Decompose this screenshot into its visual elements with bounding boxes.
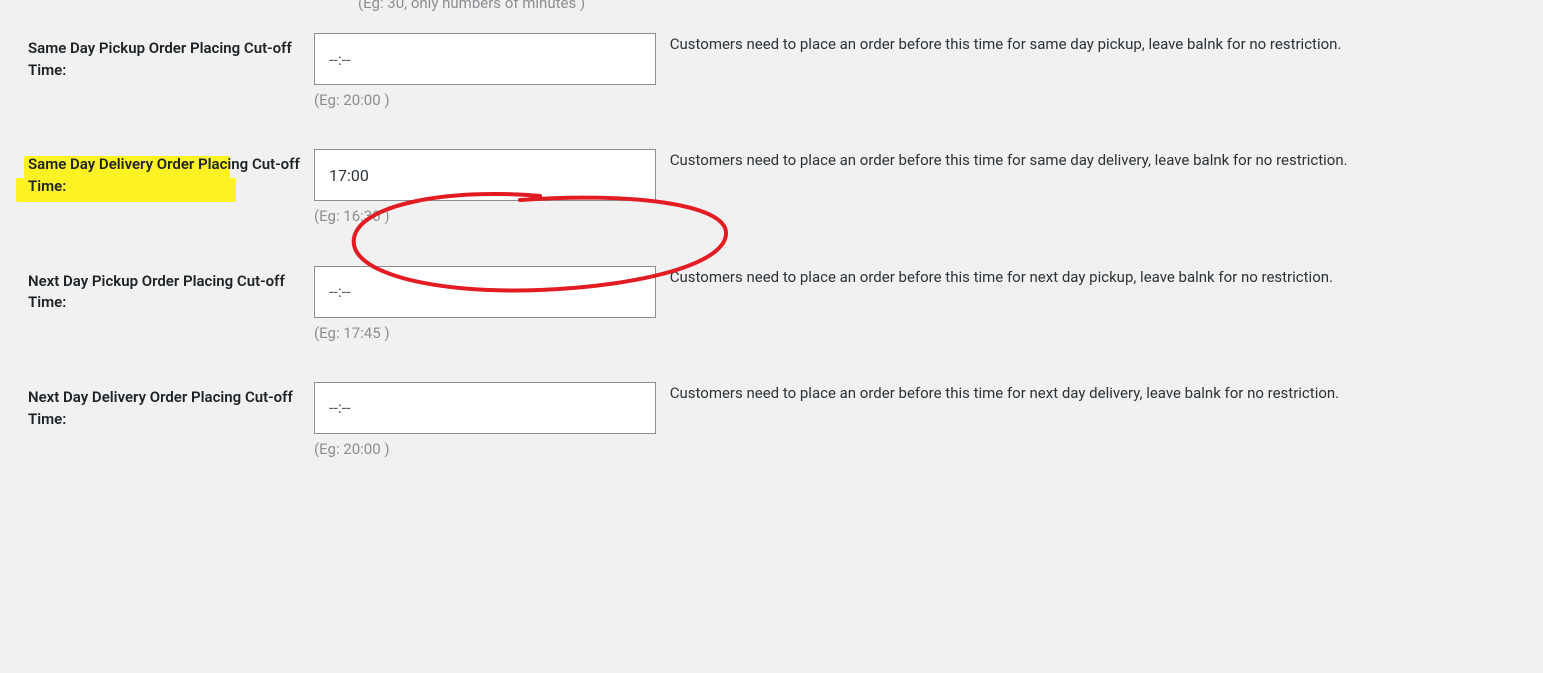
input-next-day-pickup-cutoff[interactable]	[314, 266, 656, 318]
row-same-day-pickup-cutoff: Same Day Pickup Order Placing Cut-off Ti…	[2, 18, 1541, 132]
previous-field-hint: (Eg: 30, only numbers of minutes )	[0, 0, 1543, 12]
hint-same-day-pickup-cutoff: (Eg: 20:00 )	[314, 89, 1529, 112]
desc-next-day-pickup-cutoff: Customers need to place an order before …	[670, 268, 1333, 286]
label-same-day-pickup-cutoff: Same Day Pickup Order Placing Cut-off Ti…	[28, 39, 292, 79]
desc-same-day-pickup-cutoff: Customers need to place an order before …	[670, 35, 1342, 53]
input-same-day-pickup-cutoff[interactable]	[314, 33, 656, 85]
settings-form-table: Same Day Pickup Order Placing Cut-off Ti…	[0, 16, 1543, 483]
row-same-day-delivery-cutoff: Same Day Delivery Order Placing Cut-off …	[2, 134, 1541, 248]
desc-next-day-delivery-cutoff: Customers need to place an order before …	[670, 384, 1339, 402]
input-same-day-delivery-cutoff[interactable]	[314, 149, 656, 201]
input-next-day-delivery-cutoff[interactable]	[314, 382, 656, 434]
hint-next-day-pickup-cutoff: (Eg: 17:45 )	[314, 322, 1529, 345]
label-next-day-delivery-cutoff: Next Day Delivery Order Placing Cut-off …	[28, 388, 293, 428]
desc-same-day-delivery-cutoff: Customers need to place an order before …	[670, 151, 1348, 169]
row-next-day-pickup-cutoff: Next Day Pickup Order Placing Cut-off Ti…	[2, 251, 1541, 365]
hint-next-day-delivery-cutoff: (Eg: 20:00 )	[314, 438, 1529, 461]
row-next-day-delivery-cutoff: Next Day Delivery Order Placing Cut-off …	[2, 367, 1541, 481]
label-next-day-pickup-cutoff: Next Day Pickup Order Placing Cut-off Ti…	[28, 272, 285, 312]
hint-same-day-delivery-cutoff: (Eg: 16:30 )	[314, 205, 1529, 228]
